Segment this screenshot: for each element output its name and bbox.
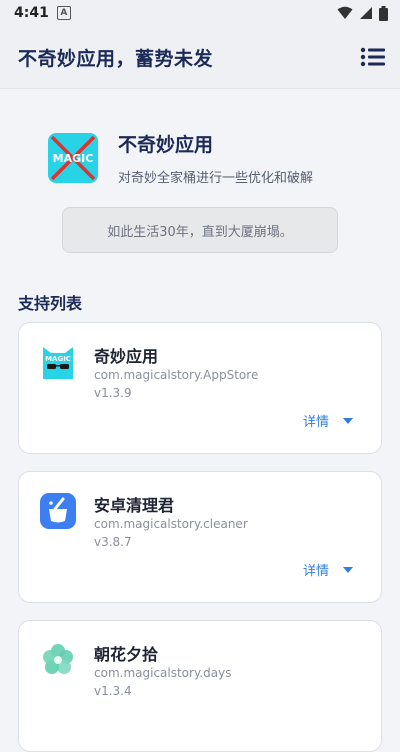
app-card-package: com.magicalstory.AppStore bbox=[94, 368, 259, 382]
app-card-cleaner: 安卓清理君 com.magicalstory.cleaner v3.8.7 详情 bbox=[18, 471, 382, 603]
app-card-version: v1.3.4 bbox=[94, 684, 132, 698]
chevron-down-icon bbox=[343, 417, 353, 424]
broom-bucket-icon bbox=[40, 493, 76, 529]
app-header: MAGIC 不奇妙应用 对奇妙全家桶进行一些优化和破解 bbox=[48, 130, 313, 186]
signal-icon bbox=[360, 7, 372, 19]
status-bar: 4:41 A bbox=[0, 0, 400, 26]
svg-text:MAGIC: MAGIC bbox=[45, 355, 71, 363]
app-card-version: v3.8.7 bbox=[94, 535, 132, 549]
menu-list-icon[interactable] bbox=[360, 46, 386, 68]
magic-cat-icon: MAGIC bbox=[43, 347, 73, 379]
notification-icon: A bbox=[56, 6, 71, 20]
app-card-name: 奇妙应用 bbox=[94, 347, 159, 366]
app-bar-title: 不奇妙应用，蓄势未发 bbox=[18, 47, 214, 70]
app-logo-text: MAGIC bbox=[53, 152, 94, 165]
app-card-name: 安卓清理君 bbox=[94, 496, 175, 515]
support-list-title: 支持列表 bbox=[18, 294, 83, 313]
details-label: 详情 bbox=[302, 415, 329, 430]
app-card-version: v1.3.9 bbox=[94, 386, 132, 400]
app-card-name: 朝花夕拾 bbox=[94, 645, 159, 664]
app-bar: 不奇妙应用，蓄势未发 bbox=[0, 26, 400, 89]
app-card-days: 朝花夕拾 com.magicalstory.days v1.3.4 bbox=[18, 620, 382, 752]
details-button[interactable]: 详情 bbox=[303, 411, 353, 430]
details-label: 详情 bbox=[302, 564, 329, 579]
app-card-package: com.magicalstory.days bbox=[94, 666, 232, 680]
app-card-package: com.magicalstory.cleaner bbox=[94, 517, 248, 531]
flower-icon bbox=[43, 644, 73, 674]
app-card-appstore: MAGIC 奇妙应用 com.magicalstory.AppStore v1.… bbox=[18, 322, 382, 454]
wifi-icon bbox=[337, 6, 353, 19]
quote-box: 如此生活30年，直到大厦崩塌。 bbox=[62, 207, 338, 253]
app-logo-icon: MAGIC bbox=[48, 133, 98, 183]
status-time: 4:41 bbox=[14, 5, 49, 21]
app-description: 对奇妙全家桶进行一些优化和破解 bbox=[118, 171, 314, 186]
app-name: 不奇妙应用 bbox=[118, 134, 214, 156]
chevron-down-icon bbox=[343, 566, 353, 573]
battery-icon bbox=[379, 5, 388, 21]
details-button[interactable]: 详情 bbox=[303, 560, 353, 579]
